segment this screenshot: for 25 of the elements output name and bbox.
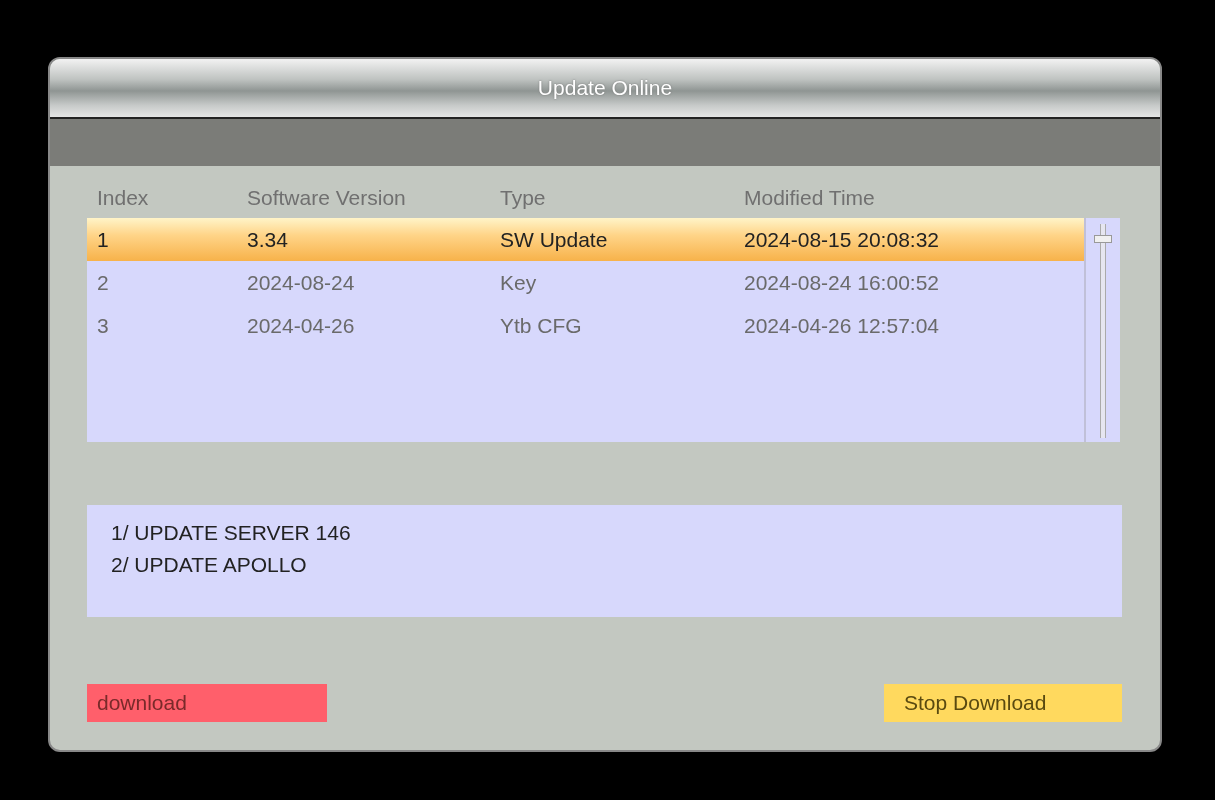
- list-row[interactable]: 1 3.34 SW Update 2024-08-15 20:08:32: [87, 218, 1084, 261]
- table-cell-text: 3.34: [247, 227, 289, 252]
- table-cell-text: Key: [500, 270, 538, 295]
- table-cell-text: Ytb CFG: [500, 313, 583, 338]
- action-button[interactable]: download: [87, 684, 327, 722]
- column-header: Index: [97, 186, 150, 210]
- list-row[interactable]: 3 2024-04-26 Ytb CFG 2024-04-26 12:57:04: [87, 304, 1084, 347]
- table-cell-text: 2024-08-24: [247, 270, 356, 295]
- column-header: Type: [500, 186, 547, 210]
- table-cell-text: 1: [97, 227, 110, 252]
- scroll-thumb[interactable]: [1094, 235, 1112, 243]
- window-title: Update Online: [537, 76, 673, 100]
- table-cell-text: 2024-04-26: [247, 313, 356, 338]
- table-cell-text: 2024-08-24 16:00:52: [744, 270, 940, 295]
- list-row[interactable]: 2 2024-08-24 Key 2024-08-24 16:00:52: [87, 261, 1084, 304]
- note-line: 2/ UPDATE APOLLO: [111, 552, 307, 578]
- column-header: Modified Time: [744, 186, 876, 210]
- table-cell-text: 2: [97, 270, 110, 295]
- table-cell-text: 2024-08-15 20:08:32: [744, 227, 940, 252]
- action-button[interactable]: Stop Download: [884, 684, 1122, 722]
- note-line: 1/ UPDATE SERVER 146: [111, 520, 351, 546]
- table-cell-text: SW Update: [500, 227, 609, 252]
- column-header: Software Version: [247, 186, 407, 210]
- table-cell-text: 3: [97, 313, 110, 338]
- table-cell-text: 2024-04-26 12:57:04: [744, 313, 940, 338]
